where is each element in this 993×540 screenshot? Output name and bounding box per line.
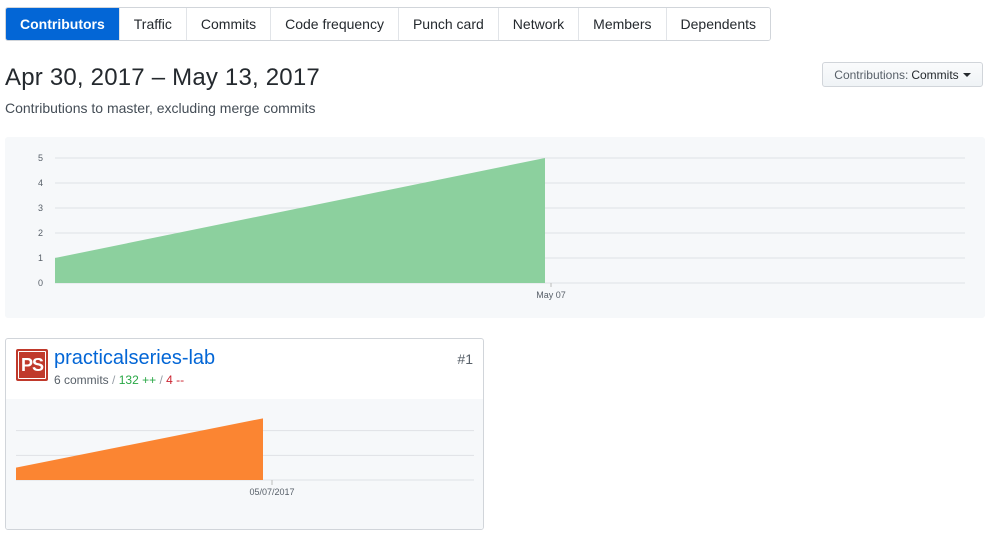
contributor-name-link[interactable]: practicalseries-lab — [54, 347, 215, 370]
y-tick-label: 2 — [38, 228, 43, 238]
commit-count: 6 commits — [54, 373, 109, 387]
deletions-count: 4 -- — [166, 373, 185, 387]
page-subtitle: Contributions to master, excluding merge… — [5, 100, 316, 116]
tab-members[interactable]: Members — [578, 8, 666, 40]
contributions-select[interactable]: Contributions: Commits — [822, 62, 983, 87]
y-tick-label: 0 — [38, 278, 43, 288]
series-area — [16, 418, 263, 480]
x-tick-label: May 07 — [536, 290, 566, 300]
contributor-card: PS practicalseries-lab #1 6 commits / 13… — [5, 338, 484, 530]
caret-down-icon — [962, 73, 971, 77]
avatar-border — [18, 351, 46, 379]
y-tick-label: 3 — [38, 203, 43, 213]
tab-dependents[interactable]: Dependents — [665, 8, 771, 40]
graph-tabs: Contributors Traffic Commits Code frequency… — [5, 7, 772, 41]
avatar[interactable]: PS — [16, 349, 48, 381]
tab-commits[interactable]: Commits — [185, 8, 271, 40]
contributor-stats: 6 commits / 132 ++ / 4 -- — [54, 373, 184, 387]
series-area — [55, 158, 545, 283]
additions-count: 132 ++ — [118, 373, 157, 387]
y-tick-label: 1 — [38, 253, 43, 263]
tab-contributors[interactable]: Contributors — [6, 8, 119, 40]
x-tick-label: 05/07/2017 — [249, 487, 294, 497]
contributor-chart-svg: 05/07/2017 — [16, 418, 474, 497]
main-chart-svg: 0 1 2 3 4 5 May 07 — [38, 153, 965, 300]
contributor-chart: 05/07/2017 — [6, 399, 483, 529]
tab-traffic[interactable]: Traffic — [118, 8, 186, 40]
tab-code-frequency[interactable]: Code frequency — [270, 8, 398, 40]
main-contributions-chart: 0 1 2 3 4 5 May 07 — [5, 137, 985, 318]
stats-separator: / — [112, 373, 116, 387]
contributor-rank: #1 — [457, 351, 473, 367]
y-tick-label: 5 — [38, 153, 43, 163]
page-title: Apr 30, 2017 – May 13, 2017 — [5, 64, 320, 91]
y-tick-label: 4 — [38, 178, 43, 188]
tab-punch-card[interactable]: Punch card — [397, 8, 498, 40]
tab-network[interactable]: Network — [497, 8, 579, 40]
stats-separator: / — [159, 373, 163, 387]
select-prefix: Contributions: — [834, 67, 909, 82]
select-value: Commits — [911, 67, 959, 82]
